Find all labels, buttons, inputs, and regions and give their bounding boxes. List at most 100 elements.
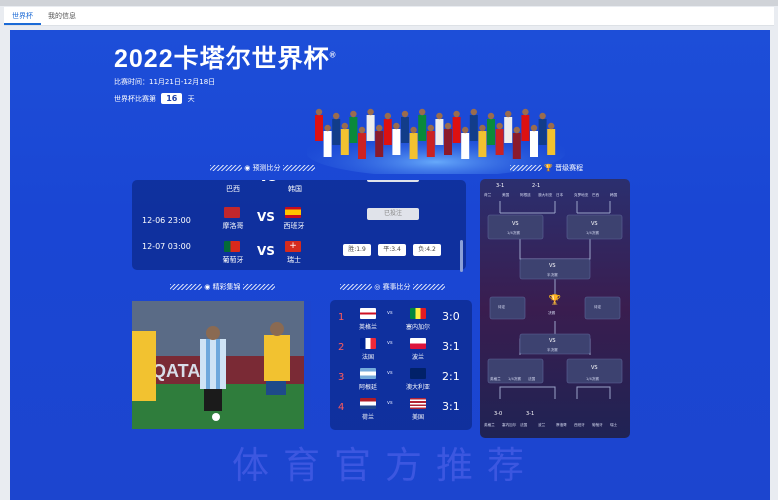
bracket-round: 半决赛 bbox=[547, 273, 558, 277]
prediction-row: 12-07 03:00 葡萄牙 VS + 瑞士 胜:1.9 平:3.4 负:4.… bbox=[132, 240, 462, 270]
away-flag-icon bbox=[410, 338, 426, 349]
tab-bar: 世界杯 我的信息 bbox=[4, 7, 774, 26]
player-body bbox=[323, 131, 332, 157]
player-body bbox=[478, 131, 487, 157]
vs-text: VS bbox=[257, 244, 275, 258]
window-top-bar bbox=[0, 0, 778, 6]
match-score: 3:0 bbox=[442, 310, 460, 323]
spain-flag-icon bbox=[285, 207, 301, 218]
tab-my-info[interactable]: 我的信息 bbox=[40, 7, 84, 25]
page-title: 2022卡塔尔世界杯® bbox=[114, 39, 337, 75]
bracket-score: 2-1 bbox=[532, 183, 541, 189]
day-counter: 世界杯比赛第 16 天 bbox=[114, 93, 195, 104]
bracket-team: 法国 bbox=[528, 377, 536, 381]
vs-text: VS bbox=[591, 365, 598, 371]
player-body bbox=[332, 119, 341, 145]
player-body bbox=[461, 133, 470, 159]
odds-win-button[interactable]: 胜:1.9 bbox=[343, 244, 371, 256]
predict-header: ◉ 预测比分 bbox=[210, 163, 315, 173]
placed-bet-button[interactable]: 已投注 bbox=[367, 208, 419, 220]
player-head bbox=[315, 108, 323, 116]
bet-button[interactable] bbox=[367, 180, 419, 182]
away-team: 美国 bbox=[411, 414, 424, 421]
highlight-video-thumbnail[interactable]: QATAR bbox=[132, 301, 311, 429]
away-flag-icon bbox=[410, 308, 426, 319]
player-body bbox=[504, 117, 513, 143]
bracket-team: 阿根廷 bbox=[520, 193, 531, 197]
home-team: 巴西 bbox=[226, 185, 240, 193]
bracket-round: 决赛 bbox=[548, 311, 556, 315]
bracket-score: 3-1 bbox=[496, 183, 505, 189]
home-team: 阿根廷 bbox=[358, 384, 377, 391]
result-row[interactable]: 4 荷兰 vs 美国 3:1 bbox=[330, 396, 472, 426]
team-photo bbox=[307, 108, 565, 174]
result-row[interactable]: 2 法国 vs 波兰 3:1 bbox=[330, 336, 472, 366]
bracket-tbd: 待定 bbox=[594, 305, 602, 309]
player-body bbox=[375, 131, 384, 157]
bracket-team: 英格兰 bbox=[490, 377, 501, 381]
player-body bbox=[547, 129, 556, 155]
vs-text: VS bbox=[549, 338, 556, 344]
player-body bbox=[409, 133, 418, 159]
predictions-scrollbar[interactable] bbox=[460, 240, 463, 272]
player-head bbox=[513, 126, 520, 134]
player-head bbox=[530, 124, 538, 132]
player-head bbox=[539, 112, 546, 120]
away-team: 韩国 bbox=[288, 185, 302, 193]
away-team: 澳大利亚 bbox=[405, 384, 430, 391]
player-body bbox=[452, 117, 461, 143]
player-head bbox=[522, 108, 529, 116]
vs-text: VS bbox=[512, 221, 519, 227]
bracket-team: 法国 bbox=[520, 423, 528, 427]
bracket-team: 澳大利亚 bbox=[538, 193, 553, 197]
player-body bbox=[340, 129, 349, 155]
bracket-round: 1/4决赛 bbox=[586, 231, 599, 235]
tab-world-cup[interactable]: 世界杯 bbox=[4, 7, 41, 25]
player-body bbox=[435, 119, 444, 145]
bracket-team: 荷兰 bbox=[484, 193, 492, 197]
home-flag-icon bbox=[360, 368, 376, 379]
bracket-tbd: 待定 bbox=[498, 305, 506, 309]
bracket-team: 日本 bbox=[556, 193, 564, 197]
bracket-score: 3-1 bbox=[526, 411, 535, 417]
switzerland-flag-icon: + bbox=[285, 241, 301, 252]
odds-draw-button[interactable]: 平:3.4 bbox=[378, 244, 406, 256]
player-body bbox=[349, 117, 358, 143]
result-row[interactable]: 3 阿根廷 vs 澳大利亚 2:1 bbox=[330, 366, 472, 396]
player-head bbox=[470, 108, 477, 116]
predictions-panel[interactable]: 巴西 VS 韩国 12-06 23:00 摩洛哥 VS 西班牙 已投注 12-0… bbox=[132, 180, 466, 270]
bracket-round: 半决赛 bbox=[547, 348, 558, 352]
odds-lose-button[interactable]: 负:4.2 bbox=[413, 244, 441, 256]
player-body bbox=[401, 117, 409, 143]
bracket-team: 克罗地亚 bbox=[574, 193, 589, 197]
player-body bbox=[530, 131, 538, 157]
player-body bbox=[366, 115, 375, 141]
player-head bbox=[367, 108, 374, 116]
away-flag-icon bbox=[410, 368, 426, 379]
player-body bbox=[444, 129, 452, 155]
player-head bbox=[341, 122, 348, 130]
away-flag-icon bbox=[410, 398, 426, 409]
result-rank: 3 bbox=[338, 372, 345, 383]
bracket-team: 巴西 bbox=[592, 193, 600, 197]
player-body bbox=[358, 133, 366, 159]
player-head bbox=[453, 110, 460, 118]
player-head bbox=[333, 112, 340, 120]
away-team: 塞内加尔 bbox=[405, 324, 430, 331]
day-number: 16 bbox=[161, 93, 183, 104]
vs-text: vs bbox=[387, 340, 393, 346]
player-body bbox=[487, 119, 495, 145]
player-head bbox=[436, 112, 443, 120]
bracket-round: 1/4决赛 bbox=[508, 377, 521, 381]
away-team: 瑞士 bbox=[287, 256, 301, 264]
player-head bbox=[410, 126, 417, 134]
vs-text: vs bbox=[387, 370, 393, 376]
result-row[interactable]: 1 英格兰 vs 塞内加尔 3:0 bbox=[330, 306, 472, 336]
match-dates: 比赛时间：11月21日-12月18日 bbox=[114, 78, 216, 86]
results-panel: 1 英格兰 vs 塞内加尔 3:0 2 法国 vs 波兰 3:1 3 阿根廷 vs 澳大利亚 2:1 4 荷兰 v… bbox=[330, 300, 472, 430]
results-header: ◎ 赛事比分 bbox=[340, 282, 445, 292]
result-rank: 2 bbox=[338, 342, 345, 353]
player-head bbox=[401, 110, 409, 118]
vs-text: VS bbox=[257, 210, 275, 224]
player-body bbox=[512, 133, 521, 159]
